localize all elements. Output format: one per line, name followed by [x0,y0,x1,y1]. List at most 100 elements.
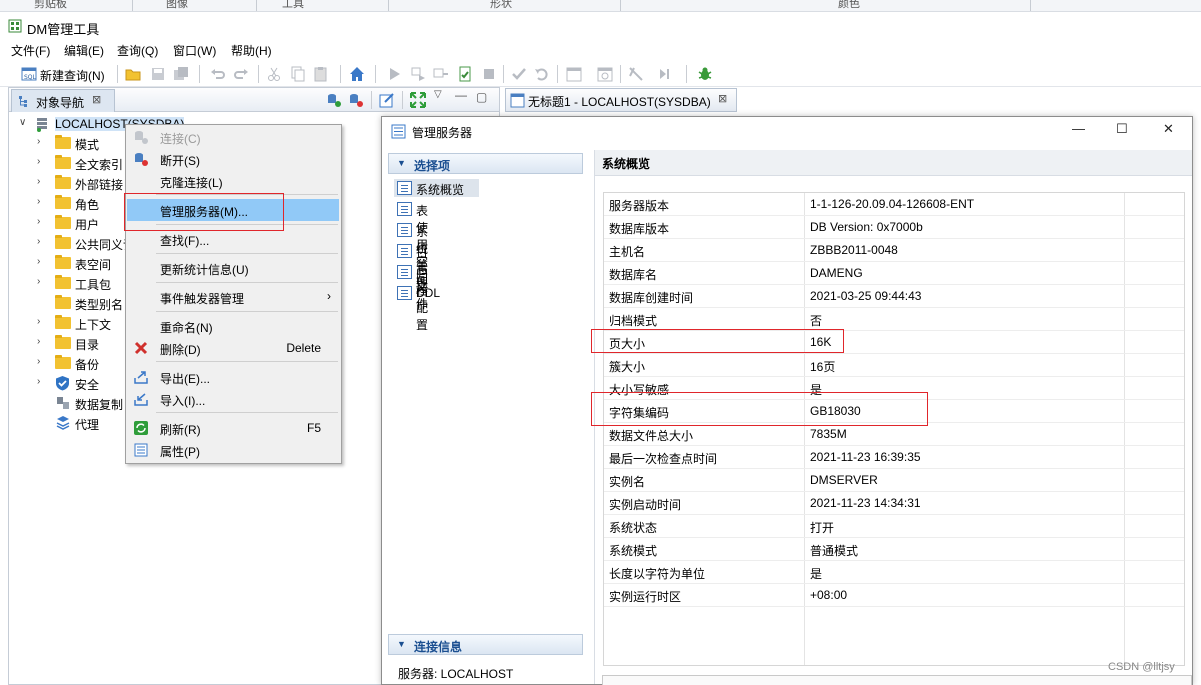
ribbon-tools[interactable]: 工具 [282,0,304,11]
menu-edit[interactable]: 编辑(E) [64,42,104,59]
chevron-right-icon[interactable]: › [37,276,40,287]
calendar-icon[interactable] [566,66,582,82]
dialog-list-icon [391,124,406,139]
tab-object-navigator[interactable]: 对象导航 ⊠ [11,89,115,112]
chevron-right-icon[interactable]: › [37,216,40,227]
table-row: 数据库名 DAMENG [604,262,1184,285]
shortcut-f5: F5 [306,421,321,435]
annotation-box-manage-server [124,193,284,231]
open-folder-icon[interactable] [125,66,141,82]
menu-item-clone-connection[interactable]: 克隆连接(L) [126,170,341,192]
select-items-header[interactable]: ▼ 选择项 [388,153,583,174]
annotation-box-charset [591,392,928,426]
watermark: CSDN @lltjsy [1108,661,1175,673]
table-row-empty [604,607,1184,630]
ribbon-clipboard[interactable]: 剪贴板 [34,0,67,11]
menu-item-update-statistics[interactable]: 更新统计信息(U) [126,257,341,279]
menu-item-connect[interactable]: 连接(C) [126,126,341,148]
undo-icon[interactable] [210,66,226,82]
schedule-icon[interactable] [597,66,613,82]
menu-item-find[interactable]: 查找(F)... [126,228,341,250]
chevron-right-icon[interactable]: › [37,376,40,387]
ribbon-image[interactable]: 图像 [166,0,188,11]
menu-item-import[interactable]: 导入(I)... [126,388,341,410]
folder-icon [55,155,71,169]
toolbar-separator [340,65,341,83]
tab-untitled-query[interactable]: 无标题1 - LOCALHOST(SYSDBA) ⊠ [505,88,737,112]
save-all-icon[interactable] [173,66,189,82]
menu-item-properties[interactable]: 属性(P) [126,439,341,461]
ribbon-colors[interactable]: 颜色 [838,0,860,11]
execute-icon[interactable] [386,66,402,82]
chevron-right-icon: › [327,289,331,303]
svg-text:SQL: SQL [24,74,37,81]
ribbon-separator [620,0,621,11]
chevron-right-icon[interactable]: › [37,196,40,207]
view-menu-icon[interactable]: ▽ [434,89,442,100]
menu-item-disconnect[interactable]: 断开(S) [126,148,341,170]
maximize-button[interactable]: ☐ [1116,121,1128,137]
cut-icon[interactable] [266,66,282,82]
copy-icon[interactable] [290,66,306,82]
connect-db-icon[interactable] [326,92,342,108]
menu-help[interactable]: 帮助(H) [231,42,272,59]
menu-item-rename[interactable]: 重命名(N) [126,315,341,337]
folder-icon [55,135,71,149]
connection-info-header[interactable]: ▼ 连接信息 [388,634,583,655]
dm-app-icon [8,19,22,33]
rollback-icon[interactable] [534,66,550,82]
close-icon[interactable]: ⊠ [718,92,727,105]
save-icon[interactable] [150,66,166,82]
chevron-right-icon[interactable]: › [37,316,40,327]
list-page-icon [397,223,412,237]
debug-icon[interactable] [628,66,644,82]
minimize-button[interactable]: — [1072,121,1085,136]
chevron-down-icon[interactable]: ∨ [19,117,26,128]
script-icon[interactable] [457,66,473,82]
chevron-right-icon[interactable]: › [37,256,40,267]
menu-query[interactable]: 查询(Q) [117,42,158,59]
commit-icon[interactable] [511,66,527,82]
disconnect-icon [135,153,148,166]
toolbar-separator [199,65,200,83]
new-query-icon[interactable]: SQL [21,66,37,82]
disconnect-db-icon[interactable] [348,92,364,108]
menu-item-event-trigger[interactable]: 事件触发器管理 › [126,286,341,308]
bug-icon[interactable] [697,66,713,82]
close-icon[interactable]: ⊠ [92,93,101,106]
menu-window[interactable]: 窗口(W) [173,42,216,59]
menu-item-delete[interactable]: 删除(D) Delete [126,337,341,359]
menu-item-export[interactable]: 导出(E)... [126,366,341,388]
redo-icon[interactable] [233,66,249,82]
chevron-right-icon[interactable]: › [37,176,40,187]
chevron-right-icon[interactable]: › [37,156,40,167]
menu-file[interactable]: 文件(F) [11,42,50,59]
toolbar-separator [117,65,118,83]
chevron-right-icon[interactable]: › [37,336,40,347]
maximize-icon[interactable]: ▢ [476,90,487,104]
dialog-title: 管理服务器 [412,126,473,140]
import-icon [134,393,148,406]
menu-separator [156,253,338,254]
chevron-right-icon[interactable]: › [37,356,40,367]
stop-icon[interactable] [481,66,497,82]
chevron-right-icon[interactable]: › [37,236,40,247]
collapse-triangle-icon: ▼ [397,639,406,649]
ribbon-shapes[interactable]: 形状 [490,0,512,11]
table-row: 归档模式否 [604,308,1184,331]
close-button[interactable]: ✕ [1163,121,1174,137]
ribbon-separator [132,0,133,11]
explain-icon[interactable] [433,66,449,82]
home-icon[interactable] [349,66,365,82]
execute-step-icon[interactable] [410,66,426,82]
edit-icon[interactable] [379,92,395,108]
nav-item-system-overview[interactable]: 系统概览 [394,179,479,197]
new-query-button[interactable]: 新建查询(N) [40,67,105,84]
menu-item-refresh[interactable]: 刷新(R) F5 [126,417,341,439]
step-into-icon[interactable] [658,66,674,82]
menu-separator [156,282,338,283]
minimize-icon[interactable]: — [455,88,467,102]
chevron-right-icon[interactable]: › [37,136,40,147]
paste-icon[interactable] [313,66,329,82]
expand-icon[interactable] [410,92,426,108]
